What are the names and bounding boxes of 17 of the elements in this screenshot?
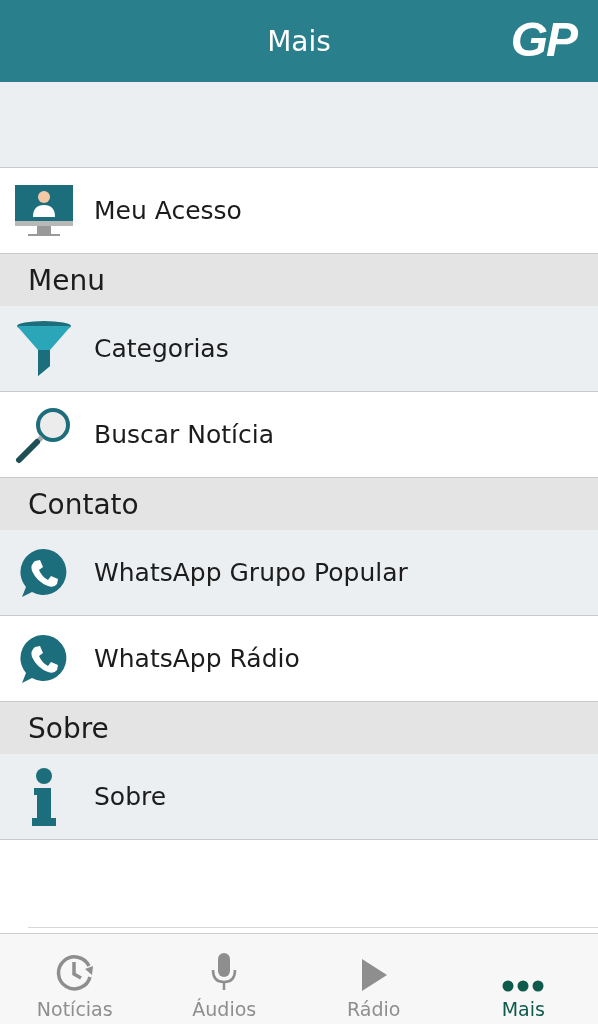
menu-item[interactable]: Categorias	[0, 306, 598, 392]
search-icon	[15, 405, 73, 464]
more-icon	[502, 980, 545, 992]
logo: GP	[510, 12, 578, 68]
funnel-icon	[16, 319, 72, 378]
microphone-icon	[211, 952, 238, 992]
section-header: Contato	[0, 478, 598, 530]
tab[interactable]: Mais	[448, 934, 598, 1024]
screen-title: Mais	[267, 24, 331, 58]
monitor-icon	[15, 184, 73, 237]
clock-icon	[54, 952, 95, 992]
menu-item[interactable]: WhatsApp Grupo Popular	[0, 530, 598, 616]
menu-item[interactable]: Sobre	[0, 754, 598, 840]
play-icon	[359, 958, 388, 992]
section-header: Menu	[0, 254, 598, 306]
section-header: Sobre	[0, 702, 598, 754]
info-icon	[31, 767, 57, 826]
